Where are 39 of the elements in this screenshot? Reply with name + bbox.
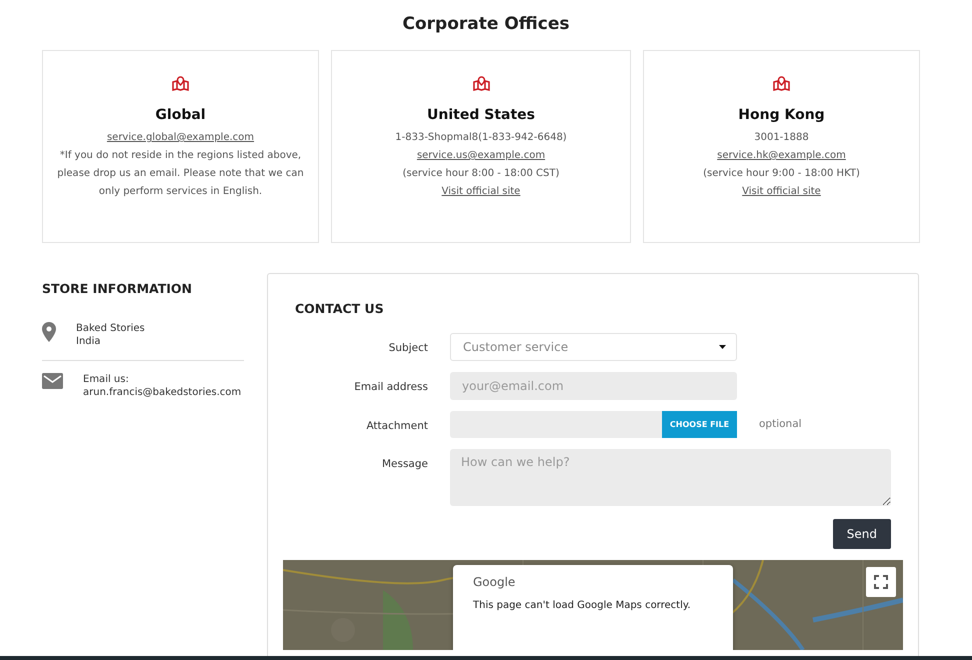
- office-link[interactable]: service.hk@example.com: [703, 147, 860, 165]
- dialog-brand: Google: [473, 575, 516, 589]
- field-label: Attachment: [365, 419, 428, 432]
- office-info: 1-833-Shopmal8(1-833-942-6648): [394, 131, 568, 145]
- mail-icon: [42, 373, 63, 389]
- office-name: Global: [155, 107, 206, 123]
- field-label: Message: [380, 457, 428, 470]
- store-text: Email us:: [83, 373, 130, 386]
- office-link[interactable]: Visit official site: [428, 183, 534, 201]
- caret-icon: [719, 345, 726, 349]
- store-text: arun.francis@bakedstories.com: [83, 386, 242, 399]
- send-button[interactable]: Send: [832, 519, 891, 549]
- office-info: 3001-1888: [753, 131, 810, 145]
- page-title: Corporate Offices: [402, 14, 570, 34]
- office-link[interactable]: Visit official site: [728, 183, 835, 201]
- office-info: (service hour 8:00 - 18:00 CST): [402, 167, 560, 181]
- location-icon: [42, 322, 56, 342]
- office-info: (service hour 9:00 - 18:00 HKT): [702, 167, 861, 181]
- field-label: Email address: [353, 380, 428, 393]
- store-text: India: [76, 335, 102, 348]
- office-info: *If you do not reside in the regions listed above, please drop us an email. Please note that we can only perform services in English.: [56, 149, 305, 199]
- contact-heading: CONTACT US: [295, 301, 385, 316]
- office-name: Hong Kong: [738, 107, 825, 123]
- subject-select[interactable]: Customer service: [450, 333, 737, 361]
- optional-note: optional: [759, 418, 802, 430]
- map-pin-icon: [472, 76, 490, 91]
- fullscreen-icon: [874, 575, 888, 589]
- email-field[interactable]: your@email.com: [450, 372, 737, 400]
- store-heading: STORE INFORMATION: [42, 281, 193, 296]
- office-name: United States: [427, 107, 535, 123]
- dialog-message: This page can't load Google Maps correctly.: [473, 600, 692, 611]
- map-pin-icon: [172, 76, 189, 91]
- map-pin-icon: [773, 76, 790, 91]
- office-link[interactable]: service.global@example.com: [92, 129, 268, 147]
- fullscreen-button[interactable]: [866, 567, 896, 597]
- message-field[interactable]: How can we help?: [450, 449, 891, 506]
- field-label: Subject: [388, 341, 428, 354]
- office-link[interactable]: service.us@example.com: [402, 147, 560, 165]
- store-text: Baked Stories: [76, 322, 145, 335]
